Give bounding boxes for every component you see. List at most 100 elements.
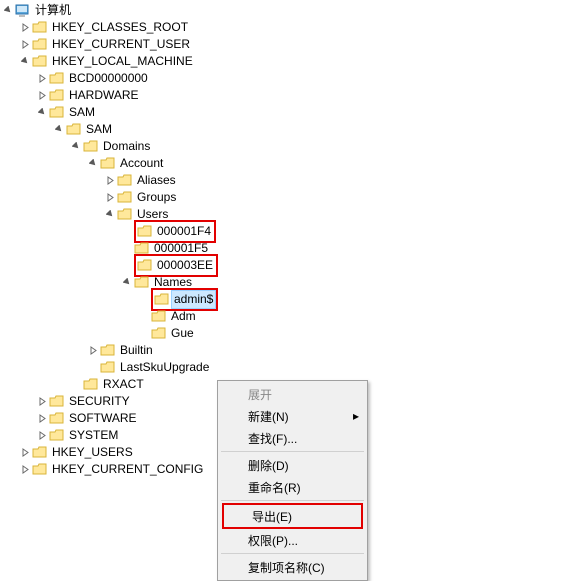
collapse-icon[interactable] xyxy=(121,274,134,291)
folder-icon xyxy=(137,223,155,240)
folder-icon xyxy=(49,70,67,87)
collapse-icon[interactable] xyxy=(2,2,15,19)
tree-item-bcd[interactable]: BCD00000000 xyxy=(2,70,587,87)
submenu-arrow-icon: ▸ xyxy=(353,409,359,423)
expand-icon[interactable] xyxy=(36,427,49,444)
tree-item-account[interactable]: Account xyxy=(2,155,587,172)
menu-delete[interactable]: 删除(D) xyxy=(220,454,365,476)
tree-item-sam[interactable]: SAM xyxy=(2,104,587,121)
folder-icon xyxy=(32,461,50,478)
tree-label: SAM xyxy=(84,121,114,138)
tree-label: Domains xyxy=(101,138,152,155)
tree-label: BCD00000000 xyxy=(67,70,150,87)
tree-label: SECURITY xyxy=(67,393,132,410)
tree-item-users[interactable]: Users xyxy=(2,206,587,223)
expand-icon[interactable] xyxy=(19,444,32,461)
menu-separator xyxy=(221,500,364,501)
folder-icon xyxy=(151,308,169,325)
collapse-icon[interactable] xyxy=(87,155,100,172)
expand-icon[interactable] xyxy=(36,70,49,87)
tree-label: SOFTWARE xyxy=(67,410,139,427)
expand-icon[interactable] xyxy=(36,410,49,427)
tree-label-selected: admin$ xyxy=(172,291,215,308)
folder-icon xyxy=(117,189,135,206)
tree-label: HKEY_CURRENT_CONFIG xyxy=(50,461,205,478)
expand-icon[interactable] xyxy=(19,36,32,53)
tree-label: 000003EE xyxy=(155,257,215,274)
expand-icon[interactable] xyxy=(87,342,100,359)
tree-label: Gue xyxy=(169,325,196,342)
collapse-icon[interactable] xyxy=(104,206,117,223)
folder-icon xyxy=(100,342,118,359)
folder-icon xyxy=(83,376,101,393)
collapse-icon[interactable] xyxy=(36,104,49,121)
collapse-icon[interactable] xyxy=(70,138,83,155)
menu-label: 新建(N) xyxy=(248,408,289,425)
folder-icon xyxy=(100,359,118,376)
folder-icon xyxy=(32,36,50,53)
tree-label: SAM xyxy=(67,104,97,121)
tree-label: Aliases xyxy=(135,172,178,189)
tree-label: HKEY_CLASSES_ROOT xyxy=(50,19,190,36)
folder-icon xyxy=(32,444,50,461)
folder-icon xyxy=(49,410,67,427)
tree-item-names[interactable]: Names xyxy=(2,274,587,291)
tree-label: Account xyxy=(118,155,165,172)
folder-icon xyxy=(32,53,50,70)
tree-label: 计算机 xyxy=(33,2,73,19)
tree-item-hardware[interactable]: HARDWARE xyxy=(2,87,587,104)
menu-rename[interactable]: 重命名(R) xyxy=(220,476,365,498)
expand-icon[interactable] xyxy=(36,87,49,104)
folder-icon xyxy=(151,325,169,342)
tree-label: 000001F4 xyxy=(155,223,213,240)
tree-item-hkcu[interactable]: HKEY_CURRENT_USER xyxy=(2,36,587,53)
tree-label: Builtin xyxy=(118,342,155,359)
expand-icon[interactable] xyxy=(19,461,32,478)
expand-icon[interactable] xyxy=(104,172,117,189)
tree-label: HARDWARE xyxy=(67,87,141,104)
folder-icon xyxy=(49,104,67,121)
folder-icon xyxy=(83,138,101,155)
tree-item-hklm[interactable]: HKEY_LOCAL_MACHINE xyxy=(2,53,587,70)
menu-separator xyxy=(221,451,364,452)
tree-item-u3[interactable]: 000003EE xyxy=(2,257,587,274)
expand-icon[interactable] xyxy=(104,189,117,206)
highlight-box: 导出(E) xyxy=(222,503,363,529)
menu-separator xyxy=(221,553,364,554)
menu-export[interactable]: 导出(E) xyxy=(224,505,361,527)
menu-permissions[interactable]: 权限(P)... xyxy=(220,529,365,551)
tree-label: Adm xyxy=(169,308,198,325)
tree-item-domains[interactable]: Domains xyxy=(2,138,587,155)
tree-item-computer[interactable]: 计算机 xyxy=(2,2,587,19)
menu-label: 权限(P)... xyxy=(248,532,298,549)
menu-label: 展开 xyxy=(248,386,272,403)
tree-item-hkcr[interactable]: HKEY_CLASSES_ROOT xyxy=(2,19,587,36)
tree-item-lastsku[interactable]: LastSkuUpgrade xyxy=(2,359,587,376)
tree-item-u2[interactable]: 000001F5 xyxy=(2,240,587,257)
tree-item-builtin[interactable]: Builtin xyxy=(2,342,587,359)
tree-label: RXACT xyxy=(101,376,146,393)
expand-icon[interactable] xyxy=(36,393,49,410)
folder-icon xyxy=(100,155,118,172)
collapse-icon[interactable] xyxy=(53,121,66,138)
collapse-icon[interactable] xyxy=(19,53,32,70)
tree-item-u1[interactable]: 000001F4 xyxy=(2,223,587,240)
folder-icon xyxy=(49,427,67,444)
tree-item-sam2[interactable]: SAM xyxy=(2,121,587,138)
tree-item-admins[interactable]: admin$ xyxy=(2,291,587,308)
tree-item-gue[interactable]: Gue xyxy=(2,325,587,342)
tree-label: SYSTEM xyxy=(67,427,120,444)
expand-icon[interactable] xyxy=(19,19,32,36)
tree-label: LastSkuUpgrade xyxy=(118,359,211,376)
tree-label: HKEY_CURRENT_USER xyxy=(50,36,192,53)
menu-label: 删除(D) xyxy=(248,457,289,474)
tree-item-adm[interactable]: Adm xyxy=(2,308,587,325)
tree-item-aliases[interactable]: Aliases xyxy=(2,172,587,189)
menu-expand[interactable]: 展开 xyxy=(220,383,365,405)
folder-icon xyxy=(32,19,50,36)
menu-new[interactable]: 新建(N) ▸ xyxy=(220,405,365,427)
tree-item-groups[interactable]: Groups xyxy=(2,189,587,206)
menu-find[interactable]: 查找(F)... xyxy=(220,427,365,449)
folder-icon xyxy=(134,274,152,291)
folder-icon xyxy=(154,291,172,308)
